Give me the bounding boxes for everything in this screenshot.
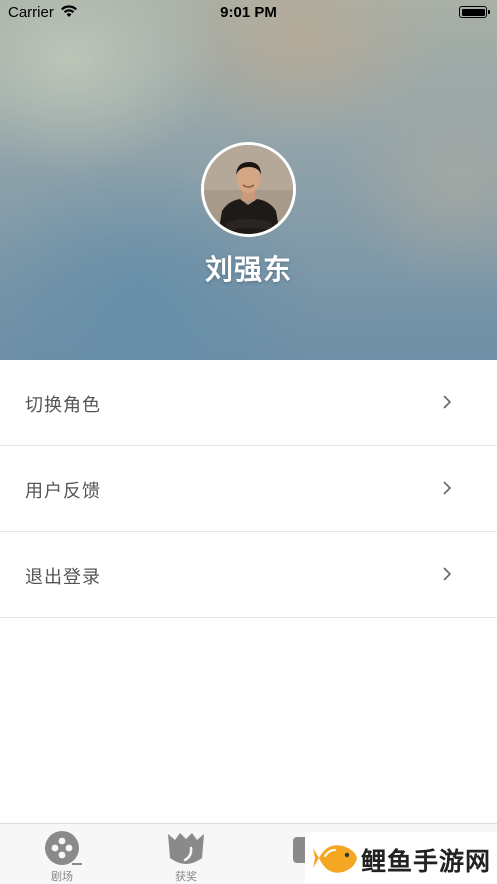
tab-label: 获奖	[175, 870, 197, 883]
menu-item-label: 退出登录	[25, 567, 101, 588]
chevron-right-icon	[443, 567, 452, 581]
tab-label: 剧场	[51, 870, 73, 883]
profile-name: 刘强东	[204, 253, 292, 286]
menu-item-logout[interactable]: 退出登录	[0, 532, 497, 618]
film-reel-icon	[45, 831, 82, 865]
menu-item-label: 切换角色	[25, 395, 101, 416]
settings-menu: 切换角色 用户反馈 退出登录	[0, 360, 497, 618]
menu-item-switch-role[interactable]: 切换角色	[0, 360, 497, 446]
menu-item-label: 用户反馈	[25, 481, 101, 502]
chevron-right-icon	[443, 395, 452, 409]
watermark: 鲤鱼手游网	[305, 832, 497, 883]
fish-logo-icon	[313, 845, 357, 873]
status-time: 9:01 PM	[220, 4, 277, 21]
profile-header: Carrier 9:01 PM 刘强东	[0, 0, 497, 360]
avatar-photo	[204, 145, 293, 234]
trophy-icon	[168, 833, 204, 864]
avatar[interactable]	[201, 142, 296, 237]
battery-icon	[459, 6, 490, 18]
status-bar: Carrier 9:01 PM	[0, 0, 497, 26]
chevron-right-icon	[443, 481, 452, 495]
tab-theater[interactable]: 剧场	[12, 824, 112, 884]
watermark-text: 鲤鱼手游网	[361, 847, 492, 876]
tab-awards[interactable]: 获奖	[136, 824, 236, 884]
menu-item-feedback[interactable]: 用户反馈	[0, 446, 497, 532]
